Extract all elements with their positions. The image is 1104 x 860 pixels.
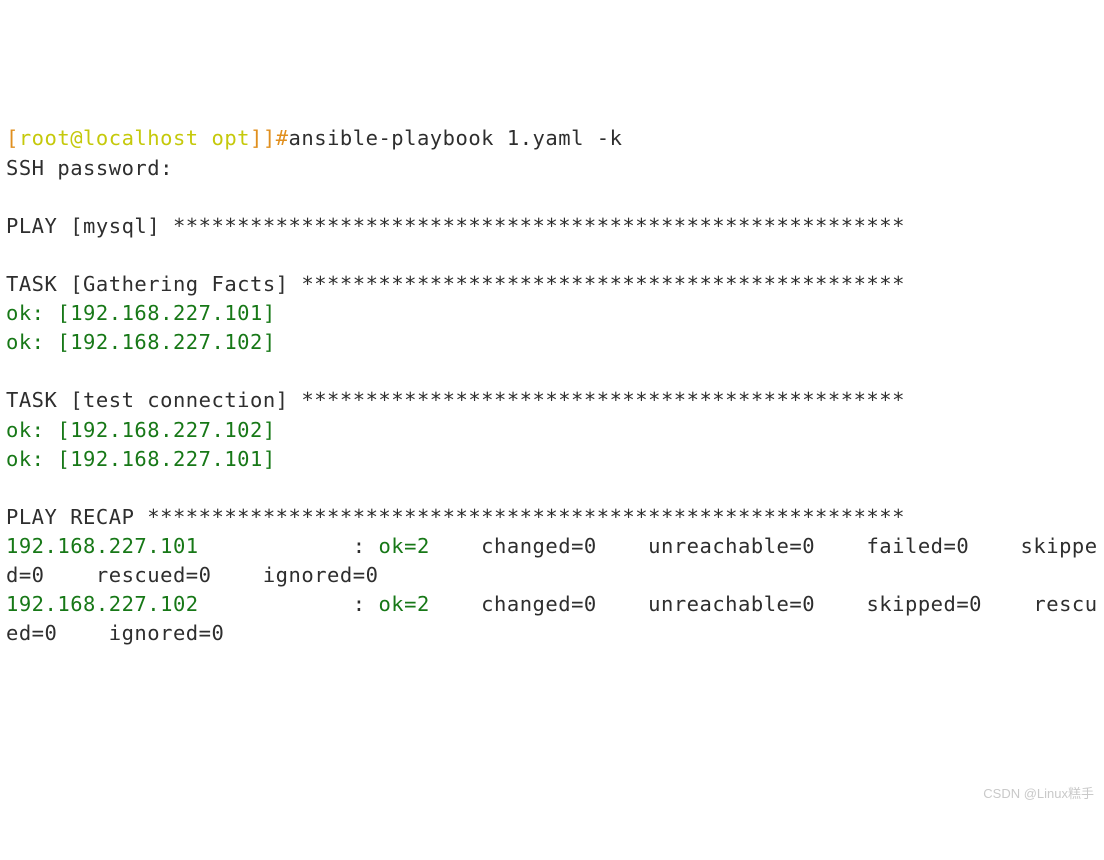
command-text: ansible-playbook 1.yaml -k [289, 126, 623, 150]
ssh-password-prompt: SSH password: [6, 156, 173, 180]
prompt-bracket: [ [6, 126, 19, 150]
recap-ok: ok=2 [378, 534, 468, 558]
recap-host: 192.168.227.102 [6, 592, 199, 616]
recap-pad: : [199, 592, 379, 616]
prompt-userhost: root@localhost opt [19, 126, 250, 150]
recap-pad: : [199, 534, 379, 558]
task-ok-line: ok: [192.168.227.101] [6, 301, 276, 325]
terminal-output: [root@localhost opt]]#ansible-playbook 1… [6, 124, 1098, 648]
recap-ok: ok=2 [378, 592, 468, 616]
watermark-text: CSDN @Linux糕手 [983, 785, 1094, 803]
prompt-bracket: ]]# [250, 126, 289, 150]
task-header-test-connection: TASK [test connection] *****************… [6, 388, 905, 412]
task-ok-line: ok: [192.168.227.102] [6, 330, 276, 354]
recap-host: 192.168.227.101 [6, 534, 199, 558]
play-recap-header: PLAY RECAP *****************************… [6, 505, 905, 529]
play-header: PLAY [mysql] ***************************… [6, 214, 905, 238]
task-ok-line: ok: [192.168.227.101] [6, 447, 276, 471]
task-header-gathering-facts: TASK [Gathering Facts] *****************… [6, 272, 905, 296]
task-ok-line: ok: [192.168.227.102] [6, 418, 276, 442]
